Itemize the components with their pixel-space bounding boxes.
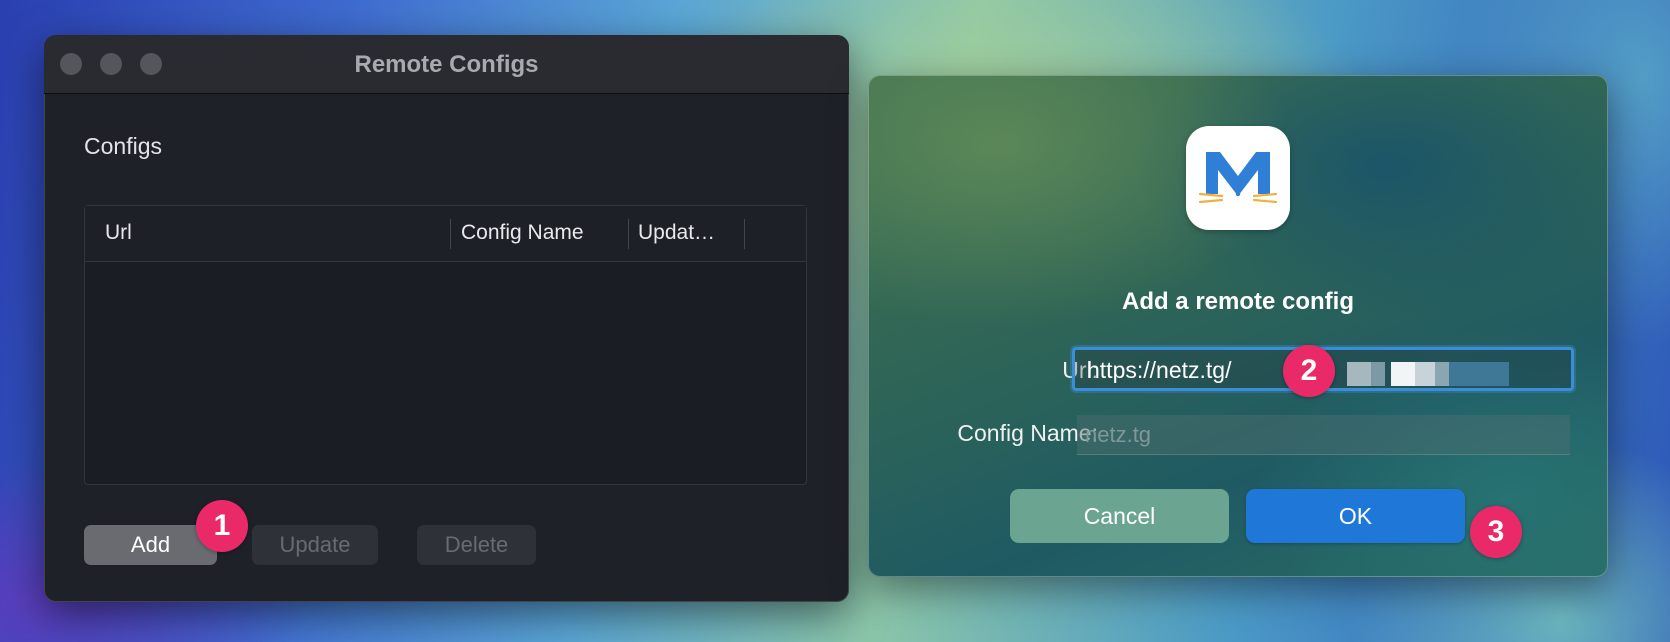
table-header: Url Config Name Updat…: [85, 206, 806, 262]
redacted-text: [1449, 362, 1509, 386]
column-header-url[interactable]: Url: [105, 221, 132, 245]
column-divider[interactable]: [744, 219, 745, 249]
table-body[interactable]: [85, 262, 806, 484]
redacted-text: [1347, 362, 1371, 386]
redacted-text: [1371, 362, 1385, 386]
cancel-button[interactable]: Cancel: [1010, 489, 1229, 543]
redacted-text: [1435, 362, 1449, 386]
step-badge-2: 2: [1283, 345, 1335, 397]
ok-button[interactable]: OK: [1246, 489, 1465, 543]
dialog-title: Add a remote config: [1121, 288, 1355, 315]
column-header-updated[interactable]: Updat…: [638, 221, 715, 245]
window-title: Remote Configs: [354, 51, 539, 78]
add-remote-config-dialog: Add a remote config Url: https://netz.tg…: [868, 75, 1608, 577]
config-name-placeholder: netz.tg: [1085, 422, 1152, 447]
delete-button[interactable]: Delete: [417, 525, 536, 565]
column-header-config-name[interactable]: Config Name: [461, 221, 584, 245]
column-divider[interactable]: [450, 219, 451, 249]
title-bar[interactable]: Remote Configs: [44, 35, 849, 94]
step-badge-1: 1: [196, 500, 248, 552]
config-name-input[interactable]: netz.tg: [1077, 415, 1570, 455]
step-badge-3: 3: [1470, 506, 1522, 558]
cat-m-logo-icon: [1198, 152, 1278, 204]
configs-label: Configs: [84, 133, 162, 159]
redacted-text: [1391, 362, 1415, 386]
redacted-text: [1415, 362, 1435, 386]
update-button[interactable]: Update: [252, 525, 378, 565]
column-divider[interactable]: [628, 219, 629, 249]
url-input-value: https://netz.tg/: [1087, 357, 1232, 383]
app-icon: [1186, 126, 1290, 230]
configs-table[interactable]: Url Config Name Updat…: [84, 205, 807, 485]
remote-configs-window: Remote Configs Configs Url Config Name U…: [44, 35, 849, 602]
